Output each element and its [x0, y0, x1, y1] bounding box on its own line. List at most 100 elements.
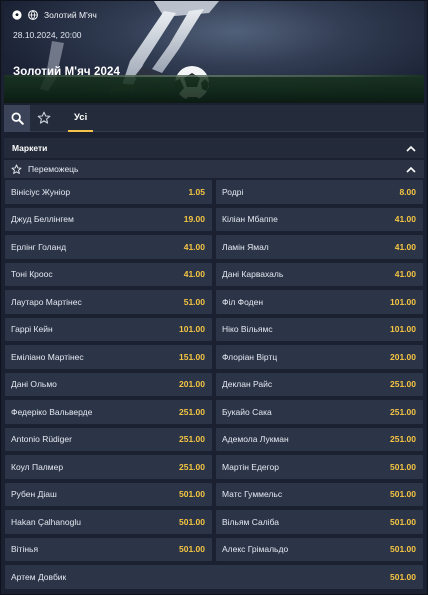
- odds-value: 251.00: [179, 461, 205, 472]
- odds-button[interactable]: Еміліано Мартінес 151.00: [5, 345, 212, 369]
- odds-button[interactable]: Алекс Грімальдо 501.00: [216, 537, 423, 561]
- odds-value: 41.00: [394, 241, 416, 252]
- tab-all[interactable]: Усі: [68, 105, 94, 132]
- odds-button[interactable]: Флоріан Віртц 201.00: [216, 345, 423, 369]
- odds-button[interactable]: Джуд Беллінгем 19.00: [5, 207, 212, 231]
- odds-button[interactable]: Адемола Лукман 251.00: [216, 427, 423, 451]
- selection-name: Лаутаро Мартінес: [11, 296, 82, 307]
- odds-value: 19.00: [183, 214, 205, 225]
- odds-value: 501.00: [179, 544, 205, 555]
- odds-button[interactable]: Гаррі Кейн 101.00: [5, 317, 212, 341]
- odds-button[interactable]: Родрі 8.00: [216, 180, 423, 204]
- odds-button[interactable]: Antonio Rüdiger 251.00: [5, 427, 212, 451]
- odds-button[interactable]: Тоні Кроос 41.00: [5, 262, 212, 286]
- odds-value: 501.00: [179, 489, 205, 500]
- odds-button[interactable]: Ерлінг Голанд 41.00: [5, 235, 212, 259]
- odds-button[interactable]: Матс Гуммельс 501.00: [216, 482, 423, 506]
- odds-button[interactable]: Кіліан Мбаппе 41.00: [216, 207, 423, 231]
- market-tabs: Усі: [4, 104, 424, 132]
- odds-button[interactable]: Рубен Діаш 501.00: [5, 482, 212, 506]
- selection-name: Кіліан Мбаппе: [222, 214, 278, 225]
- odds-value: 51.00: [183, 296, 205, 307]
- search-button[interactable]: [4, 104, 30, 132]
- selection-name: Джуд Беллінгем: [11, 214, 74, 225]
- selection-name: Тоні Кроос: [11, 269, 53, 280]
- odds-button[interactable]: Деклан Райс 251.00: [216, 372, 423, 396]
- odds-value: 41.00: [394, 214, 416, 225]
- event-datetime: 28.10.2024, 20:00: [13, 30, 82, 40]
- odds-button[interactable]: Дані Карвахаль 41.00: [216, 262, 423, 286]
- selection-name: Ерлінг Голанд: [11, 241, 67, 252]
- odds-button[interactable]: Лаутаро Мартінес 51.00: [5, 290, 212, 314]
- favorites-tab[interactable]: [30, 105, 58, 132]
- odds-value: 251.00: [390, 434, 416, 445]
- odds-value: 1.05: [188, 186, 205, 197]
- selection-name: Гаррі Кейн: [11, 324, 53, 335]
- markets-header[interactable]: Маркети: [4, 138, 424, 158]
- selection-name: Адемола Лукман: [222, 434, 289, 445]
- odds-button[interactable]: Артем Довбик 501.00: [5, 565, 423, 589]
- search-icon: [11, 112, 24, 125]
- selection-name: Дані Карвахаль: [222, 269, 284, 280]
- selection-name: Дані Ольмо: [11, 379, 57, 390]
- selection-name: Вітінья: [11, 544, 39, 555]
- odds-button[interactable]: Мартін Едегор 501.00: [216, 455, 423, 479]
- selection-name: Артем Довбик: [11, 571, 67, 582]
- selection-name: Філ Фоден: [222, 296, 264, 307]
- odds-value: 201.00: [179, 379, 205, 390]
- odds-button[interactable]: Вітінья 501.00: [5, 537, 212, 561]
- odds-value: 151.00: [179, 351, 205, 362]
- selection-name: Ламін Ямал: [222, 241, 269, 252]
- market-group-title: Переможець: [28, 164, 79, 174]
- odds-value: 41.00: [183, 241, 205, 252]
- event-title: Золотий М'яч 2024: [13, 66, 120, 78]
- chevron-up-icon[interactable]: [406, 164, 416, 174]
- selection-name: Федеріко Вальверде: [11, 406, 93, 417]
- odds-button[interactable]: Букайо Сака 251.00: [216, 400, 423, 424]
- star-outline-icon: [37, 111, 51, 124]
- selection-name: Antonio Rüdiger: [11, 434, 72, 445]
- odds-button[interactable]: Філ Фоден 101.00: [216, 290, 423, 314]
- competition-name[interactable]: Золотий М'яч: [44, 10, 97, 20]
- odds-value: 101.00: [390, 324, 416, 335]
- selection-name: Ніко Вільямс: [222, 324, 273, 335]
- event-breadcrumb: Золотий М'яч: [12, 10, 97, 20]
- soccer-ball-icon: [12, 10, 22, 20]
- odds-button[interactable]: Коул Палмер 251.00: [5, 455, 212, 479]
- odds-button[interactable]: Вінісіус Жуніор 1.05: [5, 180, 212, 204]
- odds-value: 251.00: [390, 406, 416, 417]
- market-group-header[interactable]: Переможець: [4, 160, 424, 178]
- selection-name: Флоріан Віртц: [222, 351, 278, 362]
- odds-value: 501.00: [390, 461, 416, 472]
- selection-name: Деклан Райс: [222, 379, 273, 390]
- odds-value: 251.00: [179, 406, 205, 417]
- odds-value: 251.00: [179, 434, 205, 445]
- odds-value: 41.00: [394, 269, 416, 280]
- odds-value: 101.00: [179, 324, 205, 335]
- odds-value: 501.00: [390, 571, 416, 582]
- odds-button[interactable]: Hakan Çalhanoglu 501.00: [5, 510, 212, 534]
- betting-market-page: Золотий М'яч 28.10.2024, 20:00 Золотий М…: [0, 0, 428, 595]
- odds-value: 501.00: [390, 489, 416, 500]
- odds-button[interactable]: Федеріко Вальверде 251.00: [5, 400, 212, 424]
- selection-name: Коул Палмер: [11, 461, 64, 472]
- odds-button[interactable]: Вільям Саліба 501.00: [216, 510, 423, 534]
- star-outline-icon[interactable]: [11, 163, 22, 175]
- selection-name: Вінісіус Жуніор: [11, 186, 71, 197]
- odds-button[interactable]: Ламін Ямал 41.00: [216, 235, 423, 259]
- event-banner: Золотий М'яч 28.10.2024, 20:00 Золотий М…: [4, 1, 424, 103]
- odds-value: 251.00: [390, 379, 416, 390]
- globe-icon: [28, 10, 38, 20]
- odds-value: 41.00: [183, 269, 205, 280]
- odds-value: 201.00: [390, 351, 416, 362]
- markets-label: Маркети: [12, 143, 48, 153]
- chevron-up-icon[interactable]: [406, 143, 416, 153]
- odds-value: 101.00: [390, 296, 416, 307]
- odds-button[interactable]: Ніко Вільямс 101.00: [216, 317, 423, 341]
- selection-name: Hakan Çalhanoglu: [11, 516, 81, 527]
- selection-name: Рубен Діаш: [11, 489, 57, 500]
- selection-name: Вільям Саліба: [222, 516, 279, 527]
- odds-grid: Вінісіус Жуніор 1.05 Родрі 8.00 Джуд Беллінг…: [5, 180, 423, 589]
- pitch-strip: [4, 75, 424, 103]
- odds-button[interactable]: Дані Ольмо 201.00: [5, 372, 212, 396]
